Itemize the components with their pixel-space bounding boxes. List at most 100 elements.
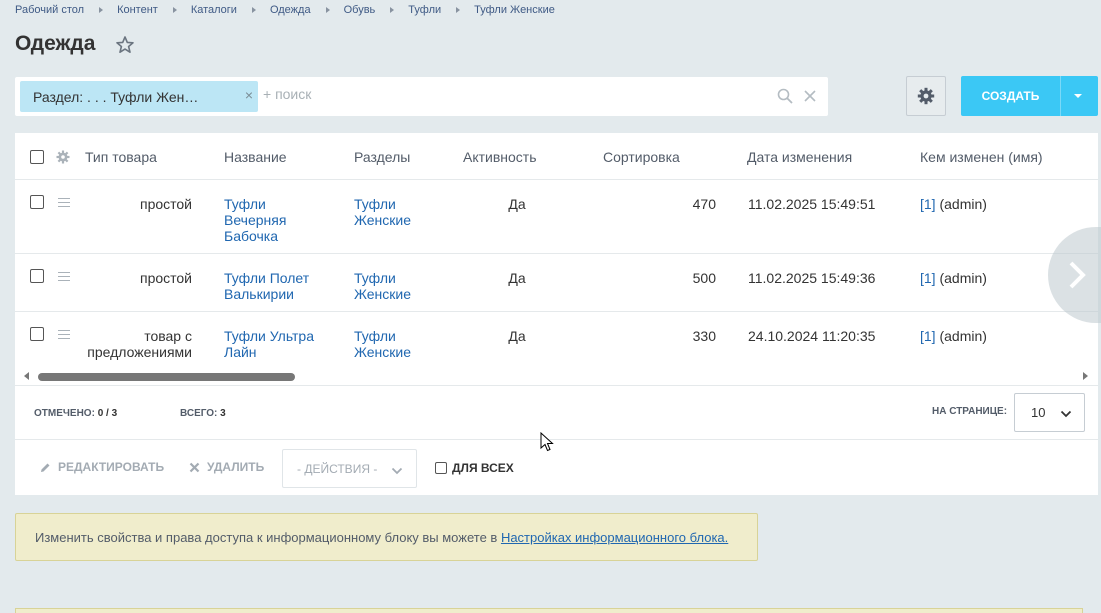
- gear-icon[interactable]: [56, 150, 70, 164]
- user-id-link[interactable]: [1]: [920, 196, 936, 212]
- breadcrumb: Рабочий стол Контент Каталоги Одежда Обу…: [15, 4, 555, 16]
- column-header-sort[interactable]: Сортировка: [603, 149, 680, 165]
- breadcrumb-item-shoes[interactable]: Обувь: [344, 4, 376, 16]
- column-header-date[interactable]: Дата изменения: [747, 149, 852, 165]
- cell-section-link[interactable]: Туфли Женские: [354, 328, 434, 360]
- breadcrumb-separator-icon: [456, 7, 461, 13]
- user-id-link[interactable]: [1]: [920, 270, 936, 286]
- breadcrumb-item-pumps[interactable]: Туфли: [408, 4, 441, 16]
- cell-sort: 330: [692, 328, 716, 344]
- column-header-type[interactable]: Тип товара: [85, 149, 157, 165]
- close-icon: [189, 462, 200, 472]
- delete-button-label: УДАЛИТЬ: [207, 460, 265, 474]
- breadcrumb-item-clothes[interactable]: Одежда: [270, 4, 311, 16]
- edit-button-label: РЕДАКТИРОВАТЬ: [58, 460, 165, 474]
- breadcrumb-item-womens-pumps[interactable]: Туфли Женские: [474, 4, 555, 16]
- chevron-down-icon: [1060, 410, 1072, 418]
- column-header-sections[interactable]: Разделы: [354, 149, 410, 165]
- breadcrumb-separator-icon: [390, 7, 395, 13]
- selected-count: ОТМЕЧЕНО: 0 / 3: [34, 408, 118, 419]
- create-button-label: СОЗДАТЬ: [981, 89, 1040, 103]
- info-notice: Изменить свойства и права доступа к инфо…: [15, 513, 758, 561]
- table-row[interactable]: простой Туфли Полет Валькирии Туфли Женс…: [15, 254, 1098, 312]
- chevron-down-icon: [391, 467, 403, 475]
- product-grid: Тип товара Название Разделы Активность С…: [15, 133, 1098, 495]
- notice-text: Изменить свойства и права доступа к инфо…: [35, 530, 729, 545]
- row-checkbox[interactable]: [30, 195, 44, 209]
- table-row[interactable]: простой Туфли Вечерняя Бабочка Туфли Жен…: [15, 180, 1098, 254]
- column-header-active[interactable]: Активность: [463, 149, 537, 165]
- star-icon[interactable]: [115, 35, 135, 55]
- notice-strip: [15, 608, 1083, 613]
- row-checkbox[interactable]: [30, 269, 44, 283]
- cell-type: товар с предложениями: [87, 328, 192, 360]
- drag-handle-icon[interactable]: [58, 272, 70, 282]
- breadcrumb-item-catalogs[interactable]: Каталоги: [191, 4, 237, 16]
- filter-chip-label: Раздел: . . . Туфли Жен…: [33, 89, 199, 105]
- total-count: ВСЕГО: 3: [180, 408, 226, 419]
- cell-sort: 470: [692, 196, 716, 212]
- create-button[interactable]: СОЗДАТЬ: [961, 76, 1098, 116]
- user-id-link[interactable]: [1]: [920, 328, 936, 344]
- cell-name-link[interactable]: Туфли Полет Валькирии: [224, 270, 324, 302]
- chevron-down-icon[interactable]: [1074, 94, 1082, 98]
- close-icon[interactable]: ×: [245, 87, 253, 103]
- cell-active: Да: [508, 196, 526, 212]
- column-header-name[interactable]: Название: [224, 149, 287, 165]
- cell-active: Да: [508, 328, 526, 344]
- breadcrumb-separator-icon: [325, 7, 330, 13]
- cell-modified-by: [1] (admin): [920, 328, 987, 344]
- page-size-label: НА СТРАНИЦЕ:: [932, 406, 1008, 417]
- grid-header: Тип товара Название Разделы Активность С…: [15, 133, 1098, 180]
- scrollbar-thumb[interactable]: [38, 373, 295, 381]
- pencil-icon: [41, 463, 50, 472]
- filter-search-bar[interactable]: Раздел: . . . Туфли Жен… ×: [15, 77, 828, 116]
- drag-handle-icon[interactable]: [58, 330, 70, 340]
- cell-type: простой: [139, 270, 192, 286]
- page-size-value: 10: [1031, 405, 1046, 420]
- scroll-left-arrow-icon[interactable]: [24, 372, 29, 380]
- search-input[interactable]: [263, 86, 763, 102]
- breadcrumb-item-content[interactable]: Контент: [117, 4, 158, 16]
- clear-icon[interactable]: [803, 89, 817, 103]
- search-icon[interactable]: [777, 88, 793, 104]
- cell-name-link[interactable]: Туфли Ультра Лайн: [224, 328, 324, 360]
- filter-chip-section[interactable]: Раздел: . . . Туфли Жен… ×: [20, 81, 258, 112]
- page-title: Одежда: [15, 32, 96, 55]
- user-name: (admin): [935, 328, 987, 344]
- for-all-checkbox[interactable]: [435, 462, 447, 474]
- actions-select-placeholder: - ДЕЙСТВИЯ -: [297, 462, 378, 476]
- horizontal-scrollbar[interactable]: [15, 369, 1098, 383]
- page-size-select[interactable]: 10: [1014, 393, 1085, 432]
- table-row[interactable]: товар с предложениями Туфли Ультра Лайн …: [15, 312, 1098, 370]
- gear-icon: [917, 87, 935, 105]
- chevron-right-icon: [1069, 261, 1086, 289]
- cell-modified-by: [1] (admin): [920, 196, 987, 212]
- scroll-right-arrow-icon[interactable]: [1083, 372, 1088, 380]
- select-all-checkbox[interactable]: [30, 150, 44, 164]
- group-action-bar: РЕДАКТИРОВАТЬ УДАЛИТЬ - ДЕЙСТВИЯ - ДЛЯ В…: [15, 440, 1098, 495]
- for-all-label: ДЛЯ ВСЕХ: [452, 461, 514, 475]
- for-all-toggle[interactable]: ДЛЯ ВСЕХ: [435, 461, 514, 475]
- user-name: (admin): [935, 270, 987, 286]
- iblock-settings-link[interactable]: Настройках информационного блока.: [501, 530, 728, 545]
- cell-date: 24.10.2024 11:20:35: [748, 328, 876, 344]
- cell-type: простой: [139, 196, 192, 212]
- column-header-modified-by[interactable]: Кем изменен (имя): [920, 149, 1043, 165]
- actions-select[interactable]: - ДЕЙСТВИЯ -: [282, 449, 417, 488]
- cell-name-link[interactable]: Туфли Вечерняя Бабочка: [224, 196, 324, 244]
- cell-section-link[interactable]: Туфли Женские: [354, 196, 434, 228]
- cell-sort: 500: [692, 270, 716, 286]
- cell-active: Да: [508, 270, 526, 286]
- user-name: (admin): [935, 196, 987, 212]
- mouse-cursor-icon: [540, 432, 554, 452]
- cell-section-link[interactable]: Туфли Женские: [354, 270, 434, 302]
- edit-button[interactable]: РЕДАКТИРОВАТЬ: [40, 460, 164, 474]
- settings-button[interactable]: [906, 76, 946, 116]
- drag-handle-icon[interactable]: [58, 198, 70, 208]
- grid-footer: ОТМЕЧЕНО: 0 / 3 ВСЕГО: 3 НА СТРАНИЦЕ: 10: [15, 385, 1098, 440]
- breadcrumb-separator-icon: [99, 7, 104, 13]
- delete-button[interactable]: УДАЛИТЬ: [189, 460, 264, 474]
- row-checkbox[interactable]: [30, 327, 44, 341]
- breadcrumb-item-desktop[interactable]: Рабочий стол: [15, 4, 84, 16]
